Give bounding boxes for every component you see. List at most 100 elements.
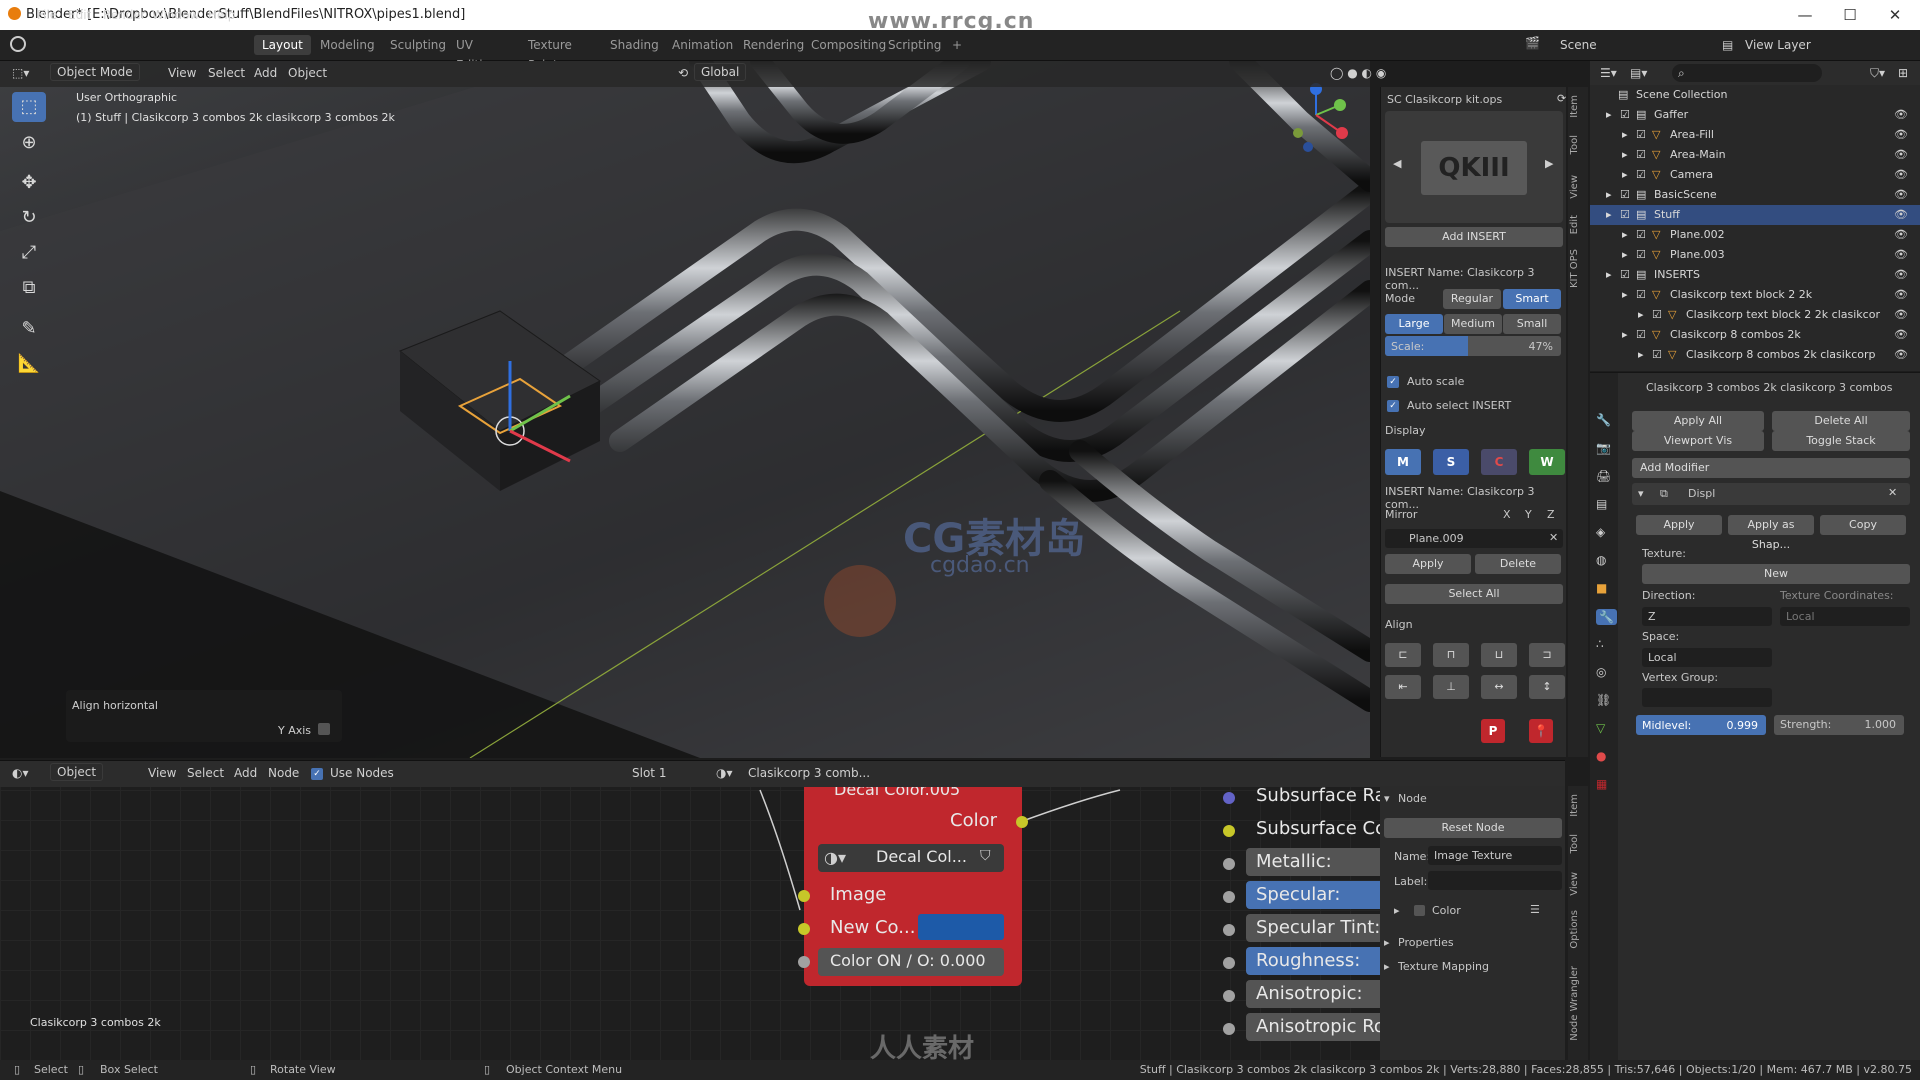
viewport-vis-button[interactable]: Viewport Vis (1632, 431, 1764, 451)
scene-name[interactable]: Scene (1560, 38, 1597, 52)
scale-tool-icon[interactable]: ⤢ (12, 238, 46, 268)
measure-tool-icon[interactable]: 📐 (12, 349, 46, 379)
node-menu-view[interactable]: View (148, 766, 176, 780)
align-center-icon[interactable]: ⊓ (1433, 643, 1469, 667)
tab-shading[interactable]: Shading (602, 35, 667, 55)
expand-icon[interactable]: ▸ (1622, 145, 1628, 165)
eye-icon[interactable]: 👁 (1894, 105, 1908, 125)
add-insert-button[interactable]: Add INSERT (1385, 227, 1563, 247)
eye-icon[interactable]: 👁 (1894, 305, 1908, 325)
display-m-button[interactable]: M (1385, 449, 1421, 475)
auto-select-checkbox[interactable]: ✓ (1387, 400, 1399, 412)
shader-node-editor[interactable]: Decal Color.005 Color ◑▾ Decal Col... ⛉ … (0, 760, 1565, 1064)
blender-menu-icon[interactable] (10, 36, 26, 52)
menu-file[interactable]: File (37, 8, 57, 22)
exclude-checkbox-icon[interactable]: ☑ (1636, 325, 1646, 345)
node-panel-collapse-icon[interactable]: ▾ (1384, 792, 1390, 805)
y-axis-checkbox[interactable] (318, 723, 330, 735)
node-tab-view[interactable]: View (1569, 872, 1587, 896)
world-tab-icon[interactable]: ◍ (1596, 553, 1606, 567)
eye-icon[interactable]: 👁 (1894, 185, 1908, 205)
outliner-row[interactable]: ▸ ☑ ▽ Clasikcorp 8 combos 2k 👁 (1590, 325, 1920, 345)
mode-smart-button[interactable]: Smart (1503, 289, 1561, 309)
material-browse-icon[interactable]: ◑▾ (716, 766, 733, 780)
move-tool-icon[interactable]: ✥ (12, 168, 46, 198)
outliner-row[interactable]: ▸ ☑ ▽ Clasikcorp text block 2 2k clasikcor 👁 (1590, 305, 1920, 325)
insert-thumbnail[interactable]: ◀ ▶ QKIII (1385, 111, 1563, 223)
texture-mapping-expand-icon[interactable]: ▸ (1384, 960, 1390, 973)
maximize-button[interactable]: ☐ (1830, 4, 1870, 26)
outliner-row[interactable]: ▸ ☑ ▽ Area-Main 👁 (1590, 145, 1920, 165)
outliner-row[interactable]: ▸ ☑ ▽ Plane.002 👁 (1590, 225, 1920, 245)
outliner-search-input[interactable] (1672, 64, 1822, 82)
space-dropdown[interactable]: Local (1642, 648, 1772, 667)
data-tab-icon[interactable]: ▽ (1596, 721, 1605, 735)
viewport-menu-add[interactable]: Add (254, 66, 277, 80)
outliner-row[interactable]: ▸ ☑ ▽ Plane.003 👁 (1590, 245, 1920, 265)
modifier-copy-button[interactable]: Copy (1820, 515, 1906, 535)
stretch-y-icon[interactable]: ↕ (1529, 675, 1565, 699)
outliner-row[interactable]: ▸ ☑ ▽ Clasikcorp 8 combos 2k clasikcorp 👁 (1590, 345, 1920, 365)
expand-icon[interactable]: ▸ (1622, 245, 1628, 265)
expand-icon[interactable]: ▸ (1622, 325, 1628, 345)
apply-all-button[interactable]: Apply All (1632, 411, 1764, 431)
color-onoff-socket[interactable] (798, 956, 810, 968)
toggle-stack-button[interactable]: Toggle Stack (1772, 431, 1910, 451)
node-menu-add[interactable]: Add (234, 766, 257, 780)
display-s-button[interactable]: S (1433, 449, 1469, 475)
tab-uv-editing[interactable]: UV Editing (448, 35, 506, 72)
node-tab-node-wrangler[interactable]: Node Wrangler (1569, 966, 1587, 1041)
navigation-gizmo[interactable] (1278, 75, 1354, 185)
eye-icon[interactable]: 👁 (1894, 165, 1908, 185)
exclude-checkbox-icon[interactable]: ☑ (1636, 285, 1646, 305)
mirror-object-field[interactable]: Plane.009 ✕ (1385, 529, 1563, 548)
bsdf-input-field[interactable]: Subsurface Col (1246, 815, 1380, 843)
tex-coords-dropdown[interactable]: Local (1780, 607, 1910, 626)
color-onoff-field[interactable]: Color ON / O: 0.000 (818, 948, 1004, 976)
node-tab-tool[interactable]: Tool (1569, 834, 1587, 853)
tab-animation[interactable]: Animation (664, 35, 741, 55)
tab-scripting[interactable]: Scripting (880, 35, 949, 55)
refresh-icon[interactable]: ⟳ (1557, 92, 1566, 105)
node-color-expand-icon[interactable]: ▸ (1394, 904, 1400, 917)
node-tab-item[interactable]: Item (1569, 794, 1587, 817)
expand-icon[interactable]: ▸ (1622, 225, 1628, 245)
shield-icon[interactable]: ⛉ (980, 848, 991, 864)
node-editor-type-icon[interactable]: ◐▾ (12, 766, 29, 780)
outliner-row[interactable]: ▸ ☑ ▤ Stuff 👁 (1590, 205, 1920, 225)
cursor-tool-icon[interactable]: ⊕ (12, 128, 46, 158)
select-all-button[interactable]: Select All (1385, 584, 1563, 604)
image-browse-icon[interactable]: ◑▾ (824, 848, 846, 867)
tab-item[interactable]: Item (1569, 95, 1587, 118)
shader-type-dropdown[interactable]: Object (50, 763, 104, 781)
expand-icon[interactable]: ▸ (1606, 265, 1612, 285)
editor-type-icon[interactable]: ☰▾ (1600, 66, 1617, 80)
object-mode-dropdown[interactable]: Object Mode (50, 63, 140, 81)
viewport-menu-select[interactable]: Select (208, 66, 245, 80)
physics-tab-icon[interactable]: ◎ (1596, 665, 1606, 679)
expand-icon[interactable]: ▸ (1622, 125, 1628, 145)
eye-icon[interactable]: 👁 (1894, 345, 1908, 365)
view-layer-name[interactable]: View Layer (1745, 38, 1811, 52)
color-output-socket[interactable] (1016, 816, 1028, 828)
material-name-field[interactable]: Clasikcorp 3 comb... (748, 766, 870, 780)
tab-view[interactable]: View (1569, 175, 1587, 199)
exclude-checkbox-icon[interactable]: ☑ (1636, 145, 1646, 165)
add-modifier-dropdown[interactable]: Add Modifier (1632, 458, 1910, 478)
tab-modeling[interactable]: Modeling (312, 35, 383, 55)
viewport-menu-view[interactable]: View (168, 66, 196, 80)
outliner-row[interactable]: ▸ ☑ ▤ INSERTS 👁 (1590, 265, 1920, 285)
node-name-field[interactable]: Image Texture (1428, 846, 1562, 865)
menu-render[interactable]: Render (103, 8, 146, 22)
strength-field[interactable]: Strength: 1.000 (1774, 715, 1904, 735)
outliner-row[interactable]: ▸ ☑ ▽ Clasikcorp text block 2 2k 👁 (1590, 285, 1920, 305)
view-layer-tab-icon[interactable]: ▤ (1596, 497, 1607, 511)
eye-icon[interactable]: 👁 (1894, 245, 1908, 265)
outliner-row[interactable]: ▸ ☑ ▽ Area-Fill 👁 (1590, 125, 1920, 145)
expand-icon[interactable]: ▸ (1622, 285, 1628, 305)
menu-edit[interactable]: Edit (68, 8, 91, 22)
redo-panel-title[interactable]: Align horizontal (72, 699, 158, 712)
display-c-button[interactable]: C (1481, 449, 1517, 475)
tab-rendering[interactable]: Rendering (735, 35, 812, 55)
constraints-tab-icon[interactable]: ⛓ (1596, 693, 1611, 707)
